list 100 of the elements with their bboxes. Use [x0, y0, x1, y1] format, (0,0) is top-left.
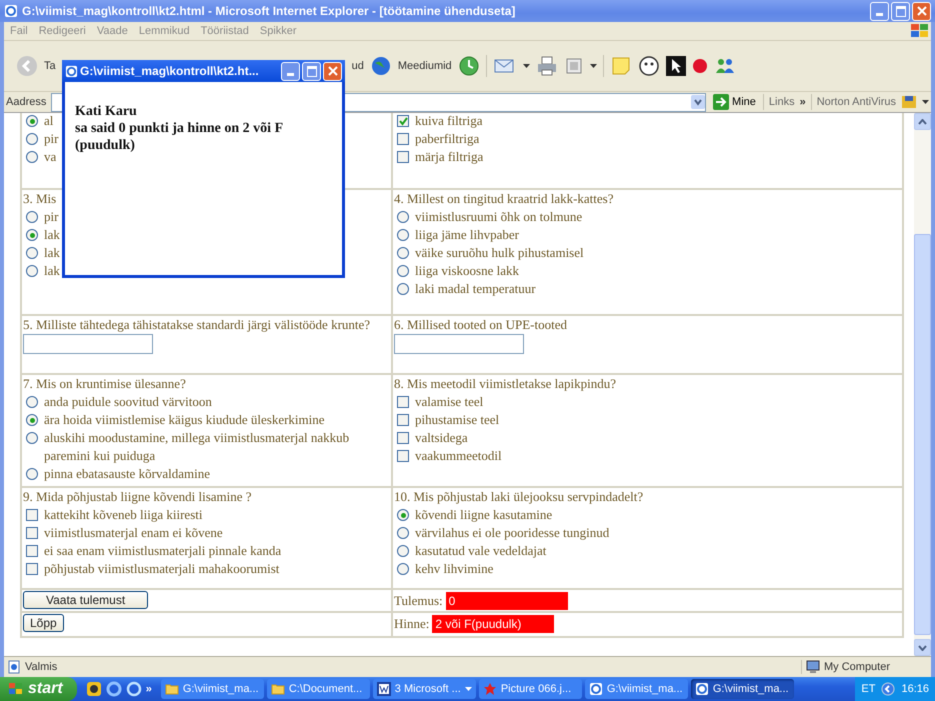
scrollbar-thumb[interactable] — [914, 234, 931, 635]
taskbar-button[interactable]: Picture 066.j... — [478, 679, 582, 699]
radio-button[interactable] — [26, 115, 38, 127]
cursor-icon[interactable] — [666, 56, 686, 76]
option-label: kehv lihvimine — [415, 560, 494, 578]
checkbox[interactable] — [26, 545, 38, 557]
taskbar-button[interactable]: C:\Document... — [266, 679, 370, 699]
close-button[interactable] — [323, 62, 342, 80]
vertical-scrollbar[interactable] — [914, 113, 931, 656]
minimize-button[interactable] — [281, 62, 300, 80]
media-button-label[interactable]: Meediumid — [398, 60, 452, 72]
caret-icon — [918, 118, 927, 124]
checkbox[interactable] — [397, 133, 409, 145]
browser-icon[interactable] — [106, 681, 122, 697]
checkbox[interactable] — [397, 450, 409, 462]
people-icon[interactable] — [714, 56, 736, 76]
option-label: pihustamise teel — [415, 411, 500, 429]
radio-button[interactable] — [397, 527, 409, 539]
option-label: väike suruõhu hulk pihustamisel — [415, 244, 584, 262]
browser-icon — [65, 64, 78, 78]
history-icon[interactable] — [458, 55, 480, 77]
taskbar-button[interactable]: G:\viimist_ma... — [690, 679, 794, 699]
radio-button[interactable] — [26, 396, 38, 408]
option-label: pir — [44, 130, 58, 148]
checkbox[interactable] — [397, 396, 409, 408]
radio-button[interactable] — [397, 545, 409, 557]
option-label: kasutatud vale vedeldajat — [415, 542, 546, 560]
maximize-button[interactable] — [891, 2, 910, 20]
messenger-icon[interactable] — [638, 55, 660, 77]
radio-button[interactable] — [26, 247, 38, 259]
checkbox[interactable] — [26, 509, 38, 521]
menu-item[interactable]: Vaade — [96, 25, 128, 37]
taskbar-button[interactable]: 3 Microsoft ... — [372, 679, 476, 699]
menu-item[interactable]: Tööriistad — [200, 25, 249, 37]
scroll-up-button[interactable] — [914, 113, 931, 130]
chevron-button[interactable]: » — [800, 96, 806, 108]
radio-button[interactable] — [397, 265, 409, 277]
radio-button[interactable] — [397, 247, 409, 259]
option-label: viimistlusmaterjal enam ei kõvene — [44, 524, 223, 542]
form-button[interactable]: Vaata tulemust — [23, 591, 148, 609]
taskbar-button[interactable]: G:\viimist_ma... — [160, 679, 264, 699]
question-text: 6. Millised tooted on UPE-tooted — [394, 316, 568, 334]
option-label: liiga jäme lihvpaber — [415, 226, 519, 244]
checkbox[interactable] — [26, 563, 38, 575]
browser-icon — [4, 4, 18, 18]
norton-toolbar-label[interactable]: Norton AntiVirus — [816, 96, 896, 108]
answer-field[interactable] — [23, 334, 153, 354]
menu-item[interactable]: Lemmikud — [138, 25, 190, 37]
menu-item[interactable]: Fail — [10, 25, 28, 37]
scroll-down-button[interactable] — [914, 639, 931, 656]
result-field: 2 või F(puudulk) — [432, 615, 554, 633]
radio-button[interactable] — [26, 133, 38, 145]
close-icon — [328, 66, 338, 76]
expand-tray-icon[interactable] — [881, 682, 896, 696]
radio-button[interactable] — [26, 432, 38, 444]
form-button[interactable]: Lõpp — [23, 614, 64, 632]
radio-button[interactable] — [26, 211, 38, 223]
globe-icon[interactable] — [370, 55, 392, 77]
go-button[interactable]: Mine — [711, 94, 758, 110]
caret-icon[interactable] — [522, 64, 530, 68]
menu-item[interactable]: Spikker — [260, 25, 297, 37]
checkbox[interactable] — [397, 115, 409, 127]
option-label: ära hoida viimistlemise käigus kiudude üleskerkimine — [44, 411, 325, 429]
close-button[interactable] — [912, 2, 931, 20]
checkbox[interactable] — [397, 432, 409, 444]
maximize-button[interactable] — [302, 62, 321, 80]
radio-button[interactable] — [397, 563, 409, 575]
circle-icon[interactable] — [692, 58, 708, 74]
toolbar-label[interactable]: ud — [352, 60, 364, 72]
caret-icon[interactable] — [922, 100, 929, 104]
radio-button[interactable] — [397, 283, 409, 295]
radio-button[interactable] — [26, 414, 38, 426]
radio-button[interactable] — [397, 211, 409, 223]
checkbox[interactable] — [397, 151, 409, 163]
minimize-button[interactable] — [870, 2, 889, 20]
option-label: anda puidule soovitud värvitoon — [44, 393, 212, 411]
radio-button[interactable] — [26, 151, 38, 163]
browser-icon[interactable] — [126, 681, 142, 697]
computer-icon — [806, 660, 820, 674]
answer-field[interactable] — [394, 334, 524, 354]
question-text: 3. Mis — [23, 190, 58, 208]
radio-button[interactable] — [26, 468, 38, 480]
radio-button[interactable] — [26, 229, 38, 241]
radio-button[interactable] — [397, 509, 409, 521]
chevron-button[interactable]: » — [146, 683, 152, 695]
caret-icon[interactable] — [590, 64, 597, 68]
option-label: märja filtriga — [415, 148, 484, 166]
language-indicator[interactable]: ET — [861, 683, 876, 695]
checkbox[interactable] — [26, 527, 38, 539]
taskbar-button[interactable]: G:\viimist_ma... — [584, 679, 688, 699]
back-button-label[interactable]: Ta — [44, 60, 56, 72]
media-player-icon[interactable] — [86, 681, 102, 697]
printer-icon[interactable] — [536, 55, 558, 77]
menu-item[interactable]: Redigeeri — [38, 25, 86, 37]
radio-button[interactable] — [26, 265, 38, 277]
student-name: Kati Karu — [75, 103, 137, 120]
checkbox[interactable] — [397, 414, 409, 426]
start-button[interactable]: start — [0, 677, 77, 701]
radio-button[interactable] — [397, 229, 409, 241]
links-label[interactable]: Links — [768, 96, 795, 108]
